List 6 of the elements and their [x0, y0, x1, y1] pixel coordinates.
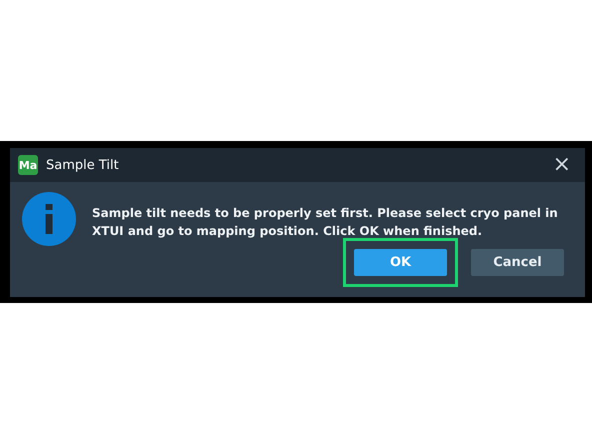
message-text: Sample tilt needs to be properly set first. Please select cryo panel in XTUI and go to mapping position. Click OK when finished.	[92, 205, 559, 240]
close-button[interactable]: ×	[546, 154, 577, 176]
app-logo: Ma	[18, 155, 38, 175]
info-icon	[22, 192, 76, 246]
cancel-button[interactable]: Cancel	[471, 249, 564, 276]
window-title: Sample Tilt	[46, 158, 120, 172]
